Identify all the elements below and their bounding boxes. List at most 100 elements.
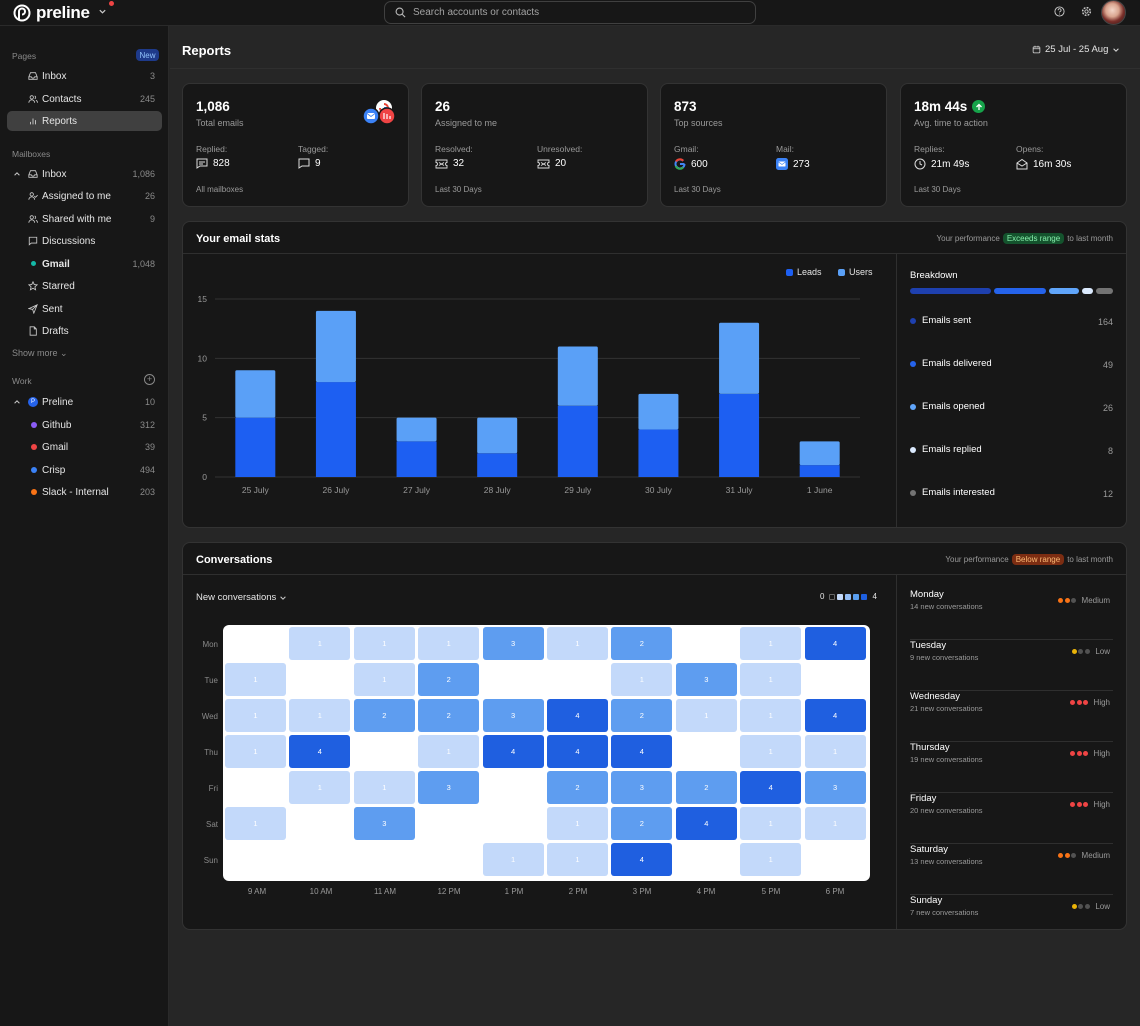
heatmap-cell[interactable]: 1 — [289, 627, 351, 660]
search-bar[interactable] — [384, 1, 756, 24]
heatmap-cell[interactable]: 1 — [418, 735, 480, 768]
heatmap-cell[interactable]: 4 — [804, 627, 866, 660]
heatmap-cell[interactable]: 1 — [225, 735, 286, 768]
heatmap-cell[interactable] — [354, 843, 415, 876]
heatmap-cell[interactable]: 4 — [611, 735, 673, 768]
heatmap-cell[interactable]: 1 — [225, 699, 286, 732]
heatmap-cell[interactable] — [805, 663, 866, 696]
bar-leads[interactable] — [557, 405, 598, 477]
legend-users[interactable]: Users — [838, 267, 873, 277]
heatmap-cell[interactable] — [483, 771, 544, 804]
heatmap-cell[interactable]: 2 — [611, 699, 673, 732]
heatmap-cell[interactable]: 2 — [611, 627, 673, 660]
bar-users[interactable] — [235, 370, 276, 418]
user-avatar[interactable] — [1101, 0, 1126, 25]
heatmap-cell[interactable]: 3 — [418, 771, 480, 804]
bar-users[interactable] — [396, 417, 437, 442]
legend-leads[interactable]: Leads — [786, 267, 822, 277]
heatmap-cell[interactable]: 1 — [547, 627, 608, 660]
bar-users[interactable] — [557, 346, 598, 406]
heatmap-cell[interactable] — [418, 843, 479, 876]
heatmap-cell[interactable]: 4 — [547, 735, 608, 768]
bar-users[interactable] — [719, 322, 760, 394]
add-workspace-icon[interactable]: + — [144, 374, 155, 385]
brand-logo[interactable]: preline — [13, 3, 90, 23]
heatmap-cell[interactable]: 3 — [482, 627, 544, 660]
sidebar-item-work-gmail[interactable]: Gmail 39 — [7, 437, 162, 457]
heatmap-cell[interactable]: 4 — [547, 699, 608, 732]
bar-users[interactable] — [315, 310, 356, 383]
heatmap-cell[interactable]: 3 — [675, 663, 737, 696]
heatmap-cell[interactable]: 1 — [804, 807, 866, 840]
heatmap-cell[interactable]: 1 — [289, 771, 351, 804]
chevron-up-icon[interactable] — [13, 170, 21, 178]
sidebar-item-preline[interactable]: P Preline 10 — [7, 392, 162, 412]
heatmap-cell[interactable]: 4 — [804, 699, 866, 732]
heatmap-cell[interactable] — [483, 807, 544, 840]
heatmap-cell[interactable]: 1 — [547, 843, 608, 876]
bar-users[interactable] — [477, 417, 518, 454]
heatmap-cell[interactable]: 1 — [740, 663, 802, 696]
heatmap-cell[interactable] — [225, 843, 286, 876]
sidebar-item-gmail[interactable]: Gmail 1,048 — [7, 254, 162, 274]
heatmap-cell[interactable]: 1 — [353, 663, 415, 696]
sidebar-item-github[interactable]: Github 312 — [7, 415, 162, 435]
search-input[interactable] — [413, 7, 743, 18]
heatmap-cell[interactable] — [225, 771, 286, 804]
heatmap-cell[interactable]: 1 — [740, 807, 802, 840]
heatmap-cell[interactable]: 2 — [353, 699, 415, 732]
sidebar-item-sent[interactable]: Sent — [7, 299, 162, 319]
conversation-type-select[interactable]: New conversations — [196, 592, 287, 603]
heatmap-cell[interactable] — [225, 627, 286, 660]
heatmap-cell[interactable]: 2 — [611, 807, 673, 840]
heatmap-cell[interactable]: 4 — [675, 807, 737, 840]
sidebar-item-drafts[interactable]: Drafts — [7, 321, 162, 341]
bar-leads[interactable] — [235, 417, 276, 477]
chevron-up-icon[interactable] — [13, 398, 21, 406]
heatmap-cell[interactable]: 2 — [418, 699, 480, 732]
heatmap-cell[interactable]: 1 — [482, 843, 544, 876]
bar-users[interactable] — [799, 441, 840, 466]
heatmap-cell[interactable]: 1 — [353, 627, 415, 660]
heatmap-cell[interactable]: 1 — [289, 699, 351, 732]
heatmap-cell[interactable] — [676, 627, 737, 660]
heatmap-cell[interactable] — [676, 843, 737, 876]
heatmap-cell[interactable]: 3 — [804, 771, 866, 804]
help-icon[interactable] — [1054, 6, 1065, 17]
date-range-picker[interactable]: 25 Jul - 25 Aug — [1032, 44, 1120, 55]
sidebar-item-crisp[interactable]: Crisp 494 — [7, 460, 162, 480]
bar-users[interactable] — [638, 393, 679, 430]
heatmap-cell[interactable]: 1 — [675, 699, 737, 732]
heatmap-cell[interactable]: 4 — [289, 735, 351, 768]
heatmap-cell[interactable] — [483, 663, 544, 696]
heatmap-cell[interactable] — [289, 807, 350, 840]
heatmap-cell[interactable]: 1 — [418, 627, 480, 660]
heatmap-cell[interactable]: 4 — [611, 843, 673, 876]
heatmap-cell[interactable]: 2 — [418, 663, 480, 696]
heatmap-cell[interactable]: 1 — [547, 807, 608, 840]
chevron-down-icon[interactable] — [98, 7, 107, 16]
heatmap-cell[interactable]: 1 — [740, 627, 802, 660]
bar-leads[interactable] — [477, 453, 518, 477]
bar-leads[interactable] — [396, 441, 437, 477]
heatmap-cell[interactable]: 4 — [482, 735, 544, 768]
heatmap-cell[interactable]: 1 — [353, 771, 415, 804]
heatmap-cell[interactable]: 1 — [740, 735, 802, 768]
bar-leads[interactable] — [799, 465, 840, 477]
heatmap-cell[interactable]: 2 — [547, 771, 608, 804]
bar-leads[interactable] — [638, 429, 679, 477]
bar-leads[interactable] — [719, 393, 760, 477]
heatmap-cell[interactable]: 1 — [740, 843, 802, 876]
show-more-link[interactable]: Show more ⌄ — [12, 348, 68, 359]
sidebar-item-mailbox-inbox[interactable]: Inbox 1,086 — [7, 164, 162, 184]
heatmap-cell[interactable] — [354, 735, 415, 768]
heatmap-cell[interactable]: 1 — [740, 699, 802, 732]
heatmap-cell[interactable] — [289, 663, 350, 696]
gear-icon[interactable] — [1081, 6, 1092, 17]
heatmap-cell[interactable] — [547, 663, 608, 696]
heatmap-cell[interactable]: 3 — [611, 771, 673, 804]
sidebar-item-assigned[interactable]: Assigned to me 26 — [7, 186, 162, 206]
heatmap-cell[interactable] — [805, 843, 866, 876]
heatmap-cell[interactable]: 1 — [225, 807, 286, 840]
heatmap-cell[interactable] — [418, 807, 479, 840]
